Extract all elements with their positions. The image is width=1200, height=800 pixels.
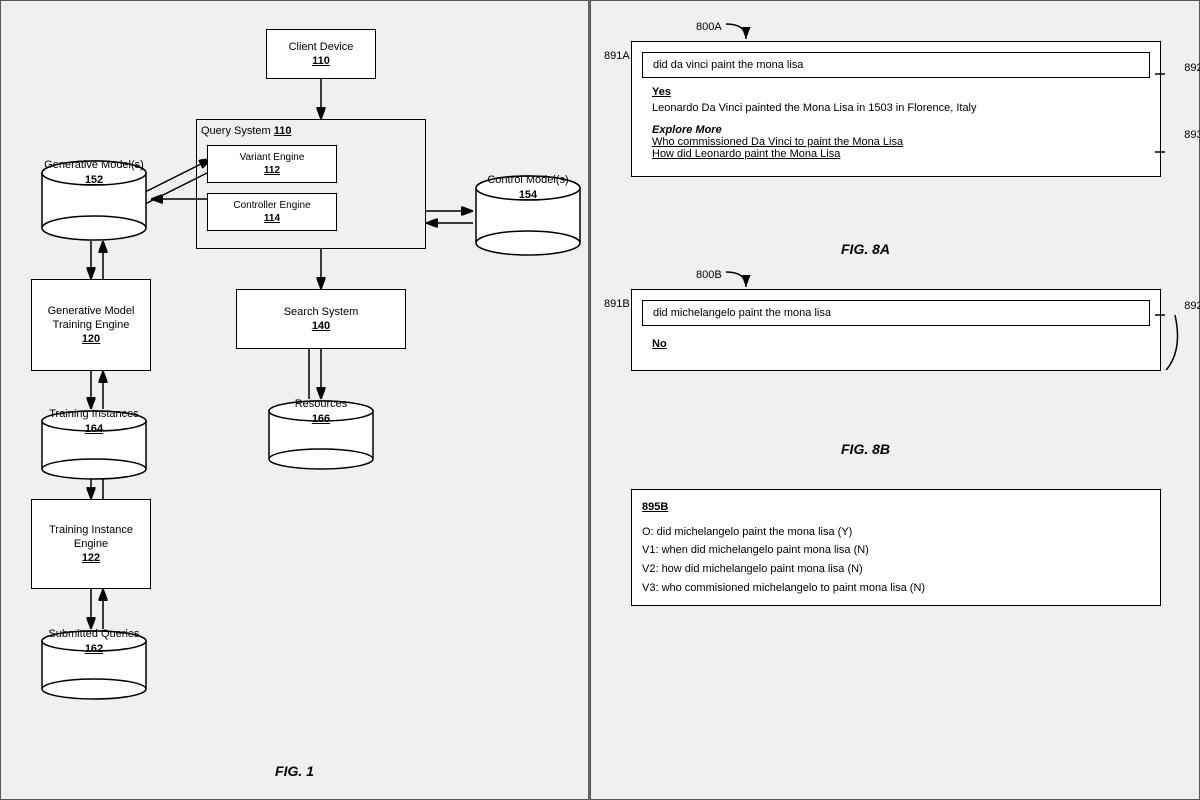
- ref-893a: 893A: [1184, 129, 1200, 141]
- fig8a-answer-text: Leonardo Da Vinci painted the Mona Lisa …: [652, 102, 1140, 114]
- generative-models-cylinder: Generative Model(s) 152: [39, 159, 149, 244]
- fig8a-answer: Yes Leonardo Da Vinci painted the Mona L…: [642, 78, 1150, 166]
- fig8b-bottom-line0: O: did michelangelo paint the mona lisa …: [642, 523, 1150, 542]
- fig8b-bottom-line1: V1: when did michelangelo paint mona lis…: [642, 541, 1150, 560]
- fig8a-link1: Who commissioned Da Vinci to paint the M…: [652, 136, 1140, 148]
- resources-cylinder: Resources 166: [266, 399, 376, 474]
- fig1-label: FIG. 1: [275, 763, 314, 779]
- fig8b-bottom-line3: V3: who commisioned michelangelo to pain…: [642, 579, 1150, 598]
- client-device-box: Client Device 110: [266, 29, 376, 79]
- control-models-cylinder: Control Model(s) 154: [473, 174, 583, 259]
- ref-892a: 892A: [1184, 62, 1200, 74]
- fig8b-label: FIG. 8B: [841, 441, 890, 457]
- submitted-queries-cylinder: Submitted Queries 162: [39, 629, 149, 704]
- left-panel: Client Device 110 Query System 110 Varia…: [0, 0, 590, 800]
- ref-800b: 800B: [696, 269, 722, 281]
- variant-engine-box: Variant Engine 112: [207, 145, 337, 183]
- query-system-box: Query System 110 Variant Engine 112 Cont…: [196, 119, 426, 249]
- fig8b-query-box: did michelangelo paint the mona lisa: [642, 300, 1150, 326]
- fig8a-explore: Explore More: [652, 124, 1140, 136]
- fig8a-query-text: did da vinci paint the mona lisa: [653, 59, 803, 71]
- training-instances-cylinder: Training Instances 164: [39, 409, 149, 484]
- training-instance-engine-box: Training Instance Engine 122: [31, 499, 151, 589]
- fig1-diagram: Client Device 110 Query System 110 Varia…: [11, 11, 578, 789]
- ref-891b: 891B: [604, 298, 630, 310]
- fig8a-label: FIG. 8A: [841, 241, 890, 257]
- right-panel: 800A 891A did da vinci paint the mona li…: [590, 0, 1200, 800]
- fig8b-answer: No: [642, 326, 1150, 360]
- fig8b-query-text: did michelangelo paint the mona lisa: [653, 307, 831, 319]
- ref-800a: 800A: [696, 21, 722, 33]
- fig8b-bottom-line2: V2: how did michelangelo paint mona lisa…: [642, 560, 1150, 579]
- gen-model-training-box: Generative Model Training Engine 120: [31, 279, 151, 371]
- fig8a-yes: Yes: [652, 86, 1140, 98]
- ref-892b: 892B: [1184, 300, 1200, 312]
- fig8a-outer-box: 891A did da vinci paint the mona lisa Ye…: [631, 41, 1161, 177]
- fig8b-outer-box: 891B did michelangelo paint the mona lis…: [631, 289, 1161, 371]
- fig8-container: 800A 891A did da vinci paint the mona li…: [601, 11, 1189, 789]
- ref-891a: 891A: [604, 50, 630, 62]
- fig8a-query-box: did da vinci paint the mona lisa: [642, 52, 1150, 78]
- search-system-box: Search System 140: [236, 289, 406, 349]
- controller-engine-box: Controller Engine 114: [207, 193, 337, 231]
- fig8b-bottom-box: 895B O: did michelangelo paint the mona …: [631, 489, 1161, 606]
- fig8a-link2: How did Leonardo paint the Mona Lisa: [652, 148, 1140, 160]
